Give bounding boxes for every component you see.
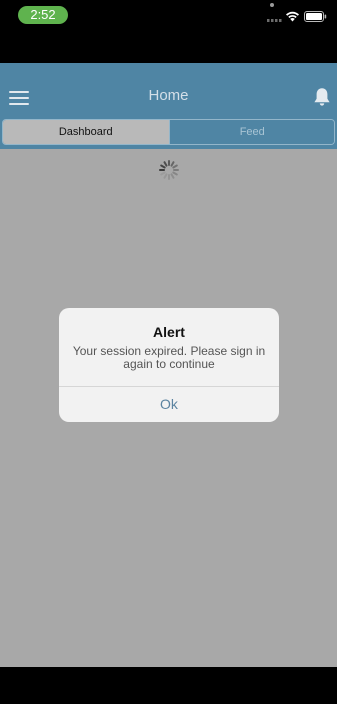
page-title: Home	[148, 87, 189, 104]
phone-screen: 2:52 Home Dashboard Feed Alert Your sess…	[0, 0, 337, 704]
alert-message: Your session expired. Please sign in aga…	[72, 344, 266, 371]
tab-feed[interactable]: Feed	[168, 120, 334, 144]
alert-title: Alert	[153, 324, 185, 340]
wifi-icon	[286, 11, 299, 22]
navigation-bar: Home Dashboard Feed	[0, 63, 337, 149]
tab-switcher: Dashboard Feed	[2, 119, 335, 145]
alert-dialog: Alert Your session expired. Please sign …	[59, 308, 279, 422]
app-content: Home Dashboard Feed Alert Your session e…	[0, 63, 337, 667]
bell-icon[interactable]	[313, 87, 331, 107]
battery-icon	[304, 11, 327, 22]
loading-spinner-icon	[159, 160, 179, 180]
status-time: 2:52	[18, 6, 68, 24]
camera-indicator-icon	[270, 3, 274, 7]
ok-button[interactable]: Ok	[59, 387, 279, 422]
tab-dashboard[interactable]: Dashboard	[3, 120, 169, 144]
hamburger-menu-icon[interactable]	[9, 91, 29, 105]
signal-icon	[267, 19, 282, 22]
status-bar: 2:52	[0, 0, 337, 32]
